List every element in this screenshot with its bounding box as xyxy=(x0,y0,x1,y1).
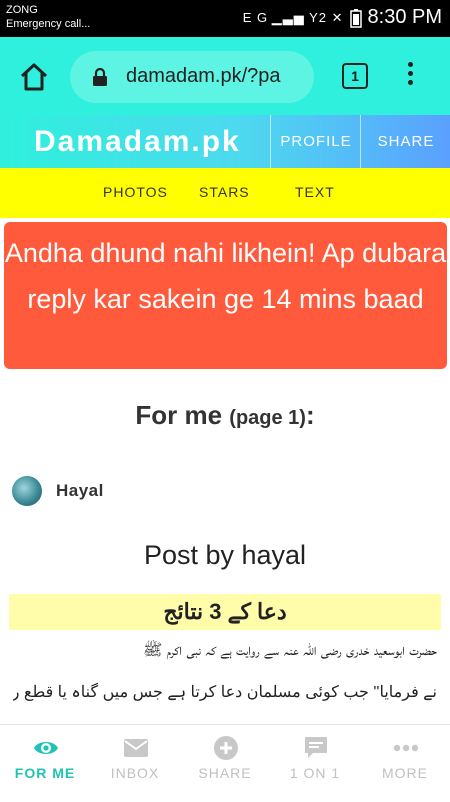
post-author[interactable]: Hayal xyxy=(12,476,104,506)
page-heading: For me (page 1): xyxy=(0,400,450,431)
nav-more[interactable]: MORE xyxy=(360,725,450,802)
page-number-label: (page 1) xyxy=(229,407,306,429)
eye-icon xyxy=(34,742,58,754)
clock: 8:30 PM xyxy=(367,6,442,28)
address-bar[interactable]: damadam.pk/?pa xyxy=(70,51,314,103)
battery-icon xyxy=(349,8,362,28)
nav-label-one-on-one: 1 ON 1 xyxy=(289,765,341,781)
author-name[interactable]: Hayal xyxy=(56,481,104,501)
nav-inbox[interactable]: INBOX xyxy=(90,725,180,802)
alert-message: Andha dhund nahi likhein! Ap dubara repl… xyxy=(4,238,447,314)
signal-icons: E G ▁▃▅ Y2 ✕ xyxy=(242,9,344,25)
plus-circle-icon xyxy=(214,736,238,760)
nav-label-share: SHARE xyxy=(198,765,252,781)
status-right: E G ▁▃▅ Y2 ✕ 8:30 PM xyxy=(243,6,442,29)
chat-icon xyxy=(305,737,327,758)
post-title: Post by hayal xyxy=(143,540,307,570)
bottom-nav: FOR ME INBOX SHARE 1 ON 1 MORE xyxy=(0,724,450,802)
share-link[interactable]: SHARE xyxy=(360,115,450,168)
image-banner: دعا کے 3 نتائج xyxy=(9,594,441,630)
browser-toolbar: damadam.pk/?pa 1 xyxy=(0,37,450,115)
post-image[interactable]: دعا کے 3 نتائج حضرت ابوسعید خدری رضی الل… xyxy=(9,594,441,722)
heading-text: For me xyxy=(135,400,223,430)
nav-label-inbox: INBOX xyxy=(110,765,160,781)
alert-banner: Andha dhund nahi likhein! Ap dubara repl… xyxy=(4,222,447,369)
lock-icon xyxy=(93,67,107,86)
carrier-name: ZONG xyxy=(6,4,38,16)
status-left: ZONG Emergency call... xyxy=(6,3,90,31)
subnav-stars[interactable]: STARS xyxy=(199,184,250,200)
nav-for-me[interactable]: FOR ME xyxy=(0,725,90,802)
nav-label-more: MORE xyxy=(382,765,428,781)
image-text-line-1: حضرت ابوسعید خدری رضی اللہ عنہ سے روایت … xyxy=(143,642,437,659)
subnav-photos[interactable]: PHOTOS xyxy=(103,184,168,200)
site-logo[interactable]: Damadam.pk xyxy=(34,125,241,159)
more-dots-icon xyxy=(393,744,419,752)
tab-switcher-button[interactable]: 1 xyxy=(342,63,368,89)
notification-text: Emergency call... xyxy=(6,18,91,30)
site-header: Damadam.pk PROFILE SHARE xyxy=(0,115,450,168)
nav-share[interactable]: SHARE xyxy=(180,725,270,802)
nav-one-on-one[interactable]: 1 ON 1 xyxy=(270,725,360,802)
avatar[interactable] xyxy=(12,476,42,506)
mail-icon xyxy=(124,739,148,757)
heading-colon: : xyxy=(305,400,315,430)
image-text-line-2: نے فرمایا'' جب کوئی مسلمان دعا کرتا ہے ج… xyxy=(13,684,437,701)
sub-nav: PHOTOS STARS TEXT xyxy=(0,168,450,218)
home-icon[interactable] xyxy=(16,59,52,95)
url-text: damadam.pk/?pa xyxy=(126,65,281,87)
profile-link[interactable]: PROFILE xyxy=(270,115,361,168)
browser-menu-icon[interactable] xyxy=(402,59,418,93)
subnav-text[interactable]: TEXT xyxy=(295,184,335,200)
status-bar: ZONG Emergency call... E G ▁▃▅ Y2 ✕ 8:30… xyxy=(0,0,450,37)
nav-label-for-me: FOR ME xyxy=(14,765,76,781)
